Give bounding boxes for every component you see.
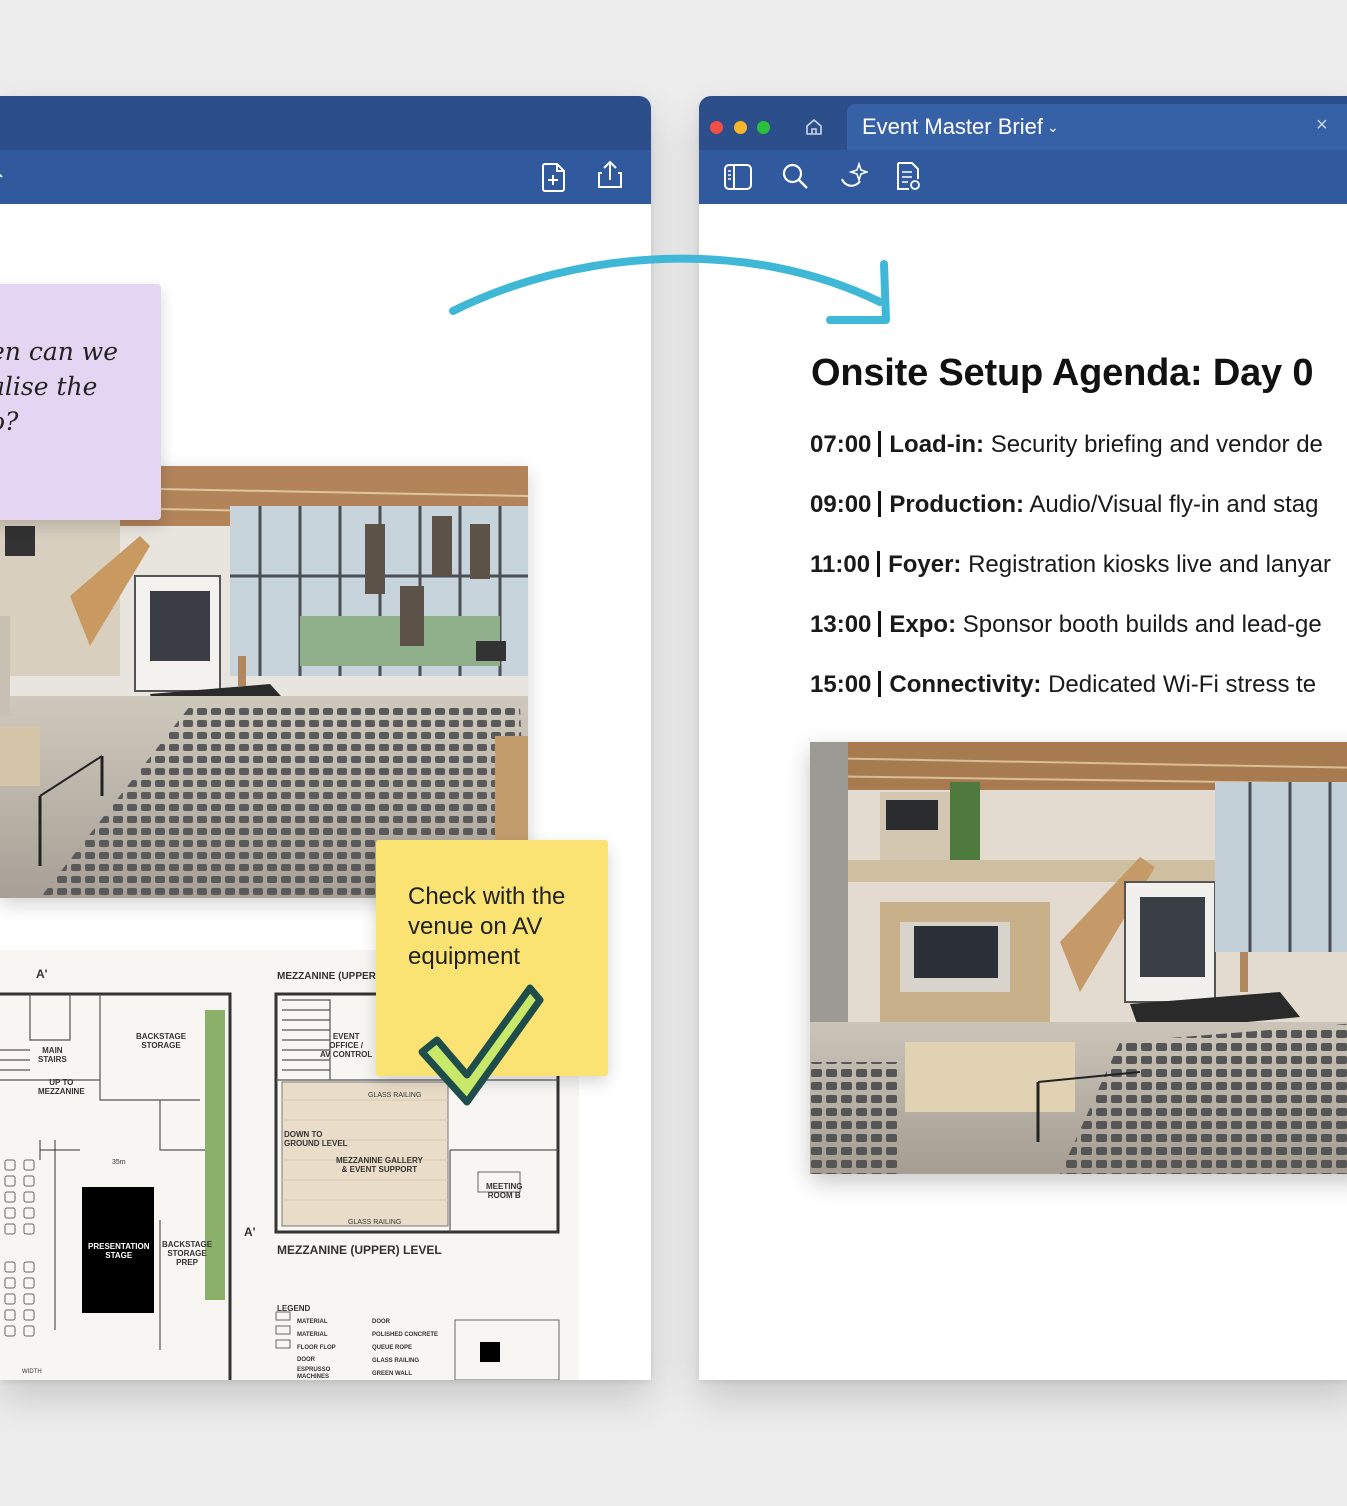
agenda-item[interactable]: 09:00 Production: Audio/Visual fly-in and…	[810, 486, 1318, 519]
agenda-time: 07:00	[810, 431, 872, 458]
agenda-item[interactable]: 07:00 Load-in: Security briefing and vend…	[810, 426, 1323, 459]
agenda-item[interactable]: 15:00 Connectivity: Dedicated Wi-Fi stres…	[810, 666, 1316, 699]
agenda-text: Audio/Visual fly-in and stag	[1029, 491, 1319, 518]
yellow-note-text: Check with the venue on AV equipment	[408, 883, 566, 970]
fp-mezz-header: MEZZANINE (UPPER	[277, 971, 376, 982]
divider	[878, 671, 882, 697]
fp-presentation-stage: PRESENTATION STAGE	[88, 1242, 150, 1260]
tab-title-text: Event Master Brief	[862, 114, 1043, 139]
fp-event-office: EVENT OFFICE / AV CONTROL	[320, 1032, 373, 1059]
fp-meeting-room: MEETING ROOM B	[486, 1182, 523, 1200]
agenda-time: 11:00	[810, 551, 871, 578]
agenda-label: Connectivity:	[889, 671, 1042, 698]
page-settings-icon[interactable]	[894, 161, 924, 193]
search-icon[interactable]	[781, 162, 809, 190]
fp-glass-railing-bottom: GLASS RAILING	[348, 1219, 402, 1226]
left-toolbar	[0, 150, 651, 204]
fp-legend-item: ESPRUSSO MACHINES	[297, 1367, 331, 1380]
venue-hall-photo	[0, 466, 528, 898]
share-icon[interactable]	[594, 159, 626, 191]
document-title[interactable]: Onsite Setup Agenda: Day 0	[811, 352, 1313, 395]
agenda-text: Security briefing and vendor de	[990, 431, 1323, 458]
fp-legend: LEGEND	[277, 1304, 311, 1313]
venue-interior-photo[interactable]	[810, 742, 1347, 1174]
agenda-label: Expo:	[889, 611, 957, 638]
fp-legend-item: DOOR	[297, 1357, 315, 1363]
ai-sparkle-icon[interactable]	[838, 161, 868, 191]
fp-main-stairs: MAIN STAIRS	[38, 1046, 67, 1064]
fp-legend-item: MATERIAL	[297, 1332, 328, 1338]
fp-legend-item: FLOOR FLOP	[297, 1345, 336, 1351]
home-icon[interactable]	[805, 118, 823, 136]
fp-backstage-storage: BACKSTAGE STORAGE	[136, 1032, 187, 1050]
checkmark-icon	[418, 984, 544, 1106]
purple-note-text: en can we alise the o?	[0, 337, 118, 436]
fp-legend-item: POLISHED CONCRETE	[372, 1332, 439, 1338]
tab-title[interactable]: Event Master Brief ⌄	[862, 114, 1059, 140]
fp-legend-item: QUEUE ROPE	[372, 1345, 413, 1351]
connector-arrow	[449, 254, 890, 324]
chevron-down-icon[interactable]: ⌄	[1047, 119, 1059, 135]
agenda-text: Dedicated Wi-Fi stress te	[1048, 671, 1317, 698]
fp-legend-item: GREEN WALL	[372, 1371, 412, 1377]
agenda-label: Load-in:	[889, 431, 985, 458]
agenda-item[interactable]: 11:00 Foyer: Registration kiosks live and…	[810, 546, 1331, 579]
divider	[878, 611, 882, 637]
fp-up-to-mezz: UP TO MEZZANINE	[38, 1078, 85, 1096]
fp-dimension: 35m	[112, 1159, 126, 1166]
chevron-down-icon[interactable]	[0, 170, 6, 182]
fp-section-a: A'	[36, 967, 48, 981]
agenda-time: 13:00	[810, 611, 872, 638]
minimize-window-button[interactable]	[734, 121, 747, 134]
fp-mezz-level: MEZZANINE (UPPER) LEVEL	[277, 1243, 442, 1257]
agenda-text: Sponsor booth builds and lead-ge	[962, 611, 1322, 638]
fp-legend-item: DOOR	[372, 1319, 390, 1325]
agenda-item[interactable]: 13:00 Expo: Sponsor booth builds and lead…	[810, 606, 1322, 639]
agenda-time: 09:00	[810, 491, 872, 518]
fp-down-to-ground: DOWN TO GROUND LEVEL	[284, 1130, 348, 1148]
fp-legend-item: GLASS RAILING	[372, 1358, 420, 1364]
left-titlebar	[0, 96, 651, 150]
fp-legend-item: MATERIAL	[297, 1319, 328, 1325]
right-titlebar: Event Master Brief ⌄ ×	[699, 96, 1347, 150]
divider	[878, 491, 882, 517]
fp-width: WIDTH	[22, 1369, 42, 1375]
sidebar-icon[interactable]	[723, 163, 753, 191]
divider	[878, 431, 882, 457]
fp-mezz-gallery: MEZZANINE GALLERY & EVENT SUPPORT	[336, 1156, 423, 1174]
fp-section-a2: A'	[244, 1225, 256, 1239]
divider	[877, 551, 881, 577]
close-icon[interactable]: ×	[1316, 114, 1328, 137]
agenda-label: Production:	[889, 491, 1025, 518]
agenda-time: 15:00	[810, 671, 872, 698]
right-toolbar	[699, 150, 1347, 204]
agenda-text: Registration kiosks live and lanyar	[968, 551, 1331, 578]
zoom-window-button[interactable]	[757, 121, 770, 134]
add-page-icon[interactable]	[540, 161, 568, 193]
fp-backstage-prep: BACKSTAGE STORAGE PREP	[162, 1240, 213, 1267]
agenda-label: Foyer:	[888, 551, 962, 578]
purple-sticky-note[interactable]: en can we alise the o?	[0, 284, 161, 520]
close-window-button[interactable]	[710, 121, 723, 134]
